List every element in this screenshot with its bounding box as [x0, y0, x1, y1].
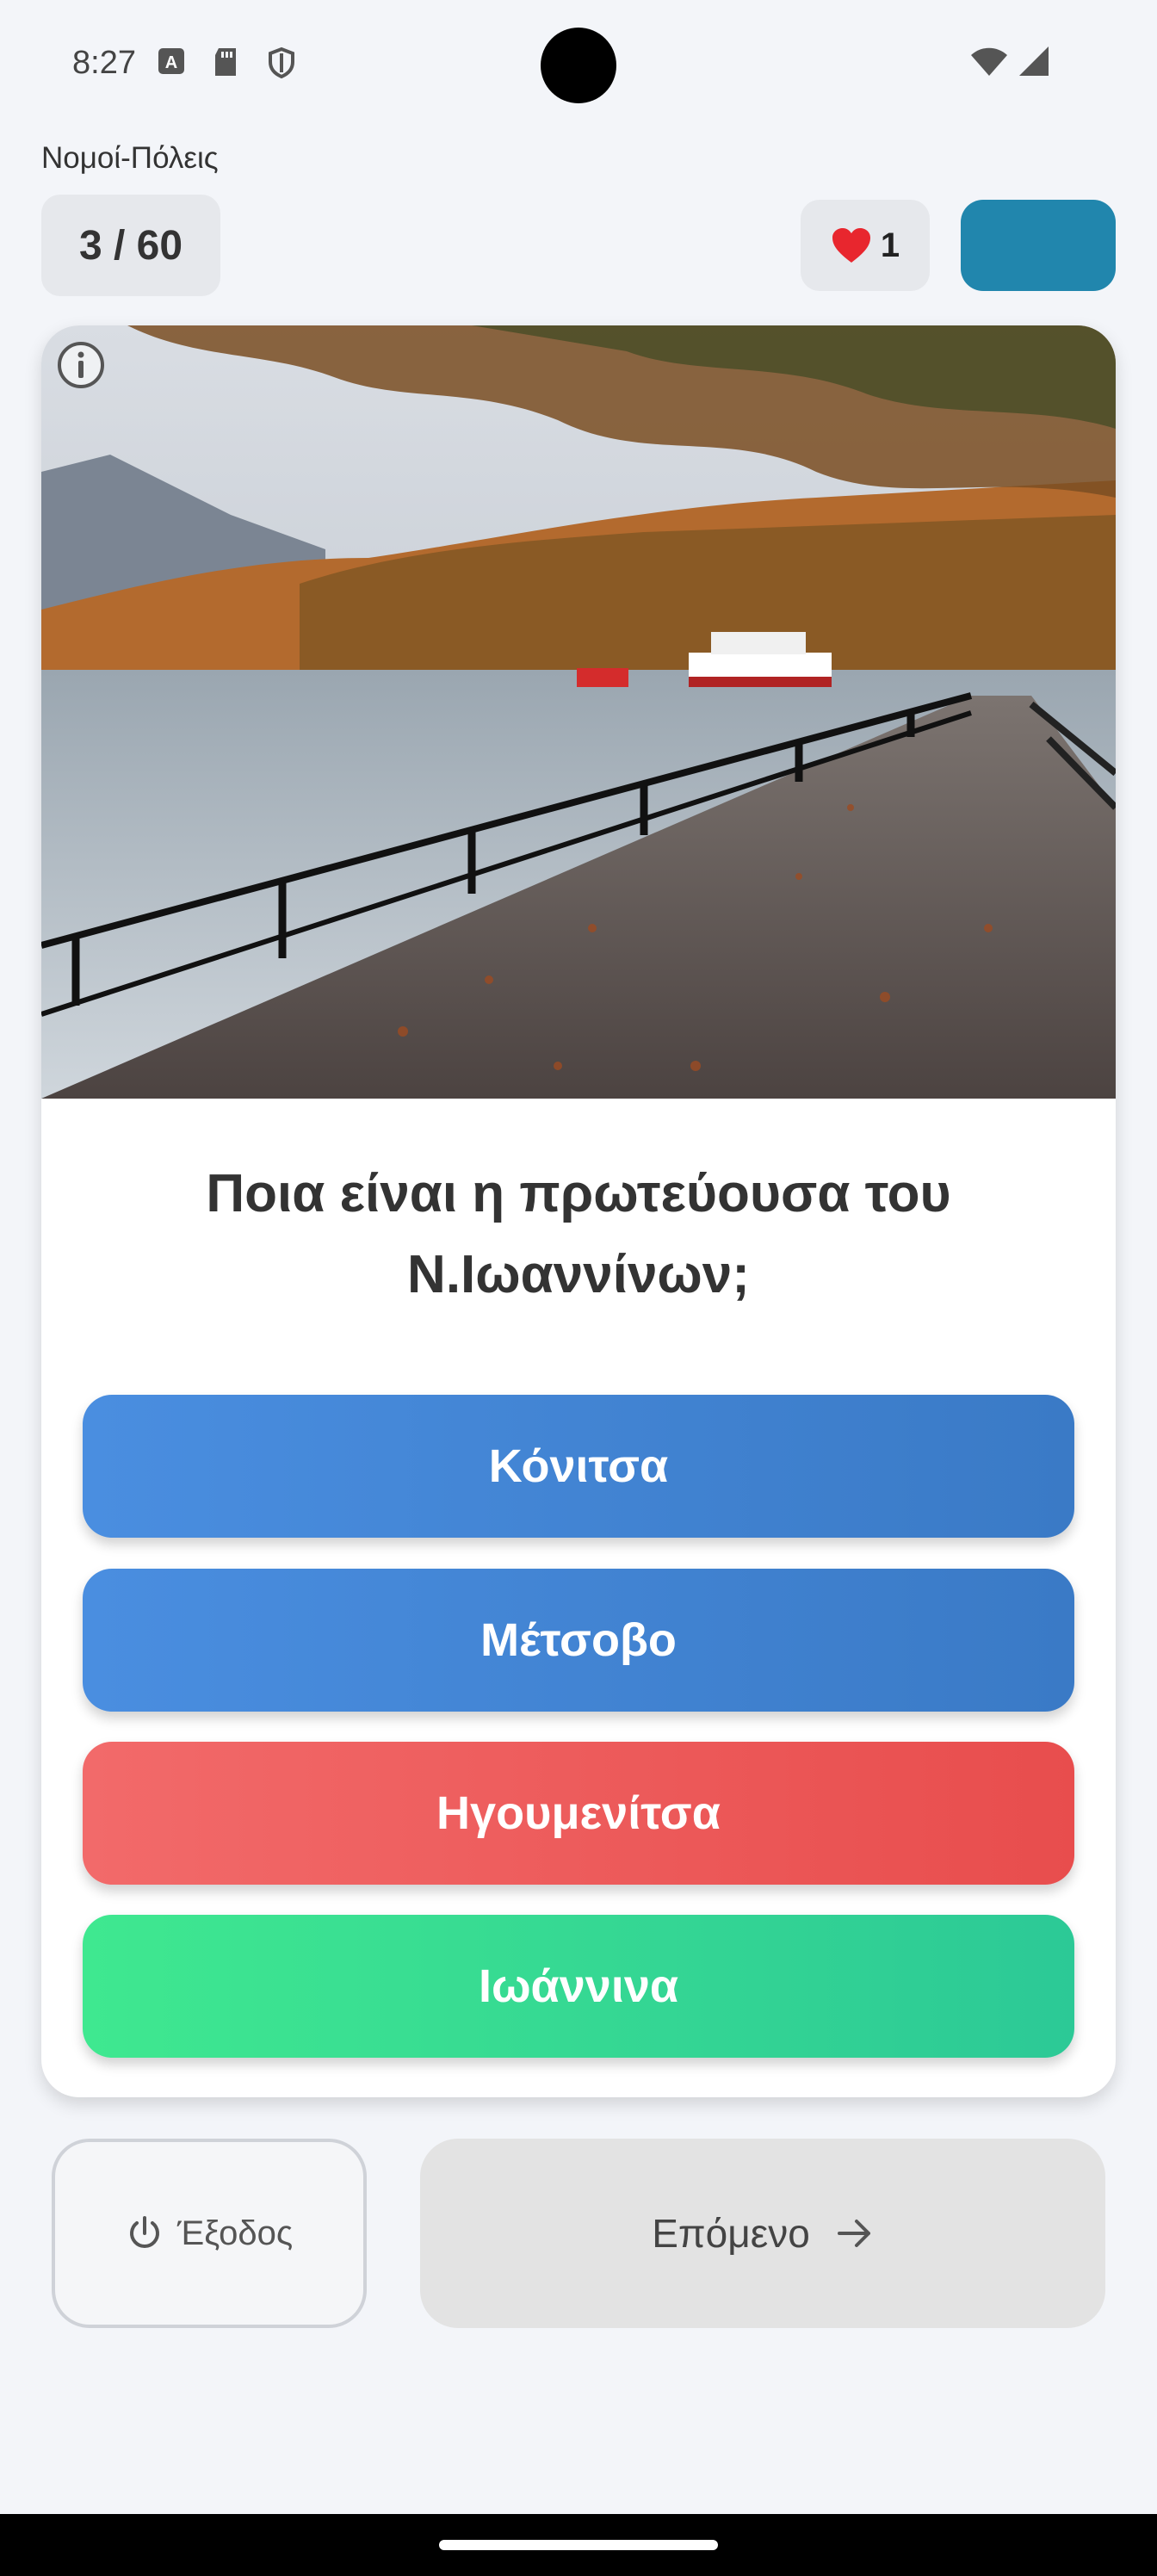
question-counter: 3 / 60 — [41, 195, 220, 296]
signal-icon — [1019, 46, 1049, 76]
answer-button-4-correct[interactable]: Ιωάννινα — [83, 1915, 1074, 2058]
home-gesture-pill[interactable] — [439, 2540, 718, 2550]
wifi-icon — [971, 47, 1007, 76]
shield-icon — [269, 46, 294, 79]
lives-badge: 1 — [801, 200, 930, 291]
answer-button-1[interactable]: Κόνιτσα — [83, 1395, 1074, 1538]
lives-count: 1 — [880, 226, 900, 264]
question-text: Ποια είναι η πρωτεύουσα του Ν.Ιωαννίνων; — [206, 1164, 951, 1304]
status-bar: 8:27 A — [0, 0, 1157, 129]
next-button-label: Επόμενο — [652, 2211, 810, 2256]
header-action-button[interactable] — [961, 200, 1116, 291]
info-icon[interactable] — [55, 339, 107, 391]
exit-button-label: Έξοδος — [176, 2214, 294, 2252]
answer-button-2[interactable]: Μέτσοβο — [83, 1569, 1074, 1712]
question-card: Ποια είναι η πρωτεύουσα του Ν.Ιωαννίνων;… — [41, 325, 1116, 2097]
answer-button-3-wrong[interactable]: Ηγουμενίτσα — [83, 1742, 1074, 1885]
heart-icon — [832, 228, 870, 263]
arrow-right-icon — [837, 2220, 870, 2247]
question-counter-text: 3 / 60 — [78, 222, 183, 269]
a-icon: A — [158, 48, 184, 74]
sd-card-icon — [215, 48, 236, 76]
category-label: Νομοί-Πόλεις — [41, 141, 219, 175]
camera-cutout — [541, 28, 616, 103]
svg-text:A: A — [165, 53, 177, 72]
status-time: 8:27 — [72, 45, 136, 81]
exit-button[interactable]: Έξοδος — [52, 2139, 367, 2328]
power-icon — [129, 2216, 159, 2248]
lakeside-promenade-photo — [41, 325, 1116, 1099]
next-button[interactable]: Επόμενο — [420, 2139, 1105, 2328]
